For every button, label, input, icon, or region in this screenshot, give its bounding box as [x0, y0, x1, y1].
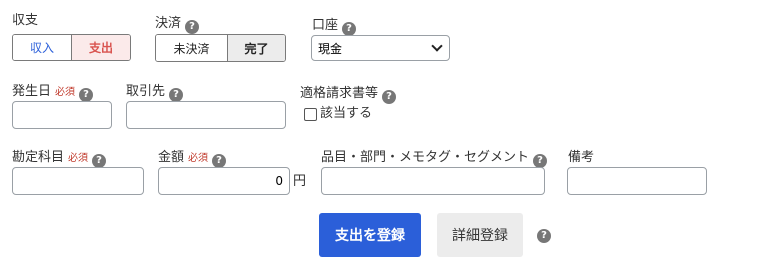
amount-required-badge: 必須: [188, 153, 209, 164]
chevron-down-icon: [431, 40, 443, 52]
register-expense-button[interactable]: 支出を登録: [319, 213, 421, 257]
amount-label: 金額: [158, 150, 185, 165]
account-label-group: 口座?: [312, 18, 357, 36]
item-tags-label-group: 品目・部門・メモタグ・セグメント?: [321, 150, 548, 168]
category-help-icon[interactable]: ?: [92, 154, 107, 168]
account-select[interactable]: 現金: [311, 35, 450, 61]
partner-label-group: 取引先?: [126, 84, 184, 102]
invoice-checkbox-label[interactable]: 該当する: [320, 106, 372, 122]
expense-option-button[interactable]: 支出: [72, 35, 130, 60]
date-label: 発生日: [12, 84, 52, 99]
invoice-checkbox-row[interactable]: 該当する: [304, 106, 372, 122]
invoice-checkbox[interactable]: [304, 107, 317, 121]
detail-register-button[interactable]: 詳細登録: [437, 213, 523, 257]
settlement-label-group: 決済?: [155, 16, 200, 34]
income-option-button[interactable]: 収入: [13, 35, 72, 60]
item-tags-input[interactable]: [321, 167, 545, 195]
date-label-group: 発生日 必須?: [12, 84, 94, 102]
category-required-badge: 必須: [68, 153, 89, 164]
item-tags-help-icon[interactable]: ?: [533, 154, 548, 168]
partner-label: 取引先: [126, 84, 166, 99]
category-input[interactable]: [12, 167, 144, 195]
income-expense-toggle: 収入 支出: [12, 34, 131, 61]
date-input[interactable]: [12, 101, 112, 129]
actions-help-icon[interactable]: ?: [537, 229, 551, 243]
item-tags-label: 品目・部門・メモタグ・セグメント: [321, 150, 530, 165]
unsettled-option-button[interactable]: 未決済: [156, 35, 228, 61]
account-select-value: 現金: [318, 41, 343, 56]
amount-label-group: 金額 必須?: [158, 150, 227, 168]
invoice-label-group: 適格請求書等?: [300, 86, 397, 104]
settlement-help-icon[interactable]: ?: [185, 20, 200, 34]
amount-unit-label: 円: [293, 174, 307, 189]
settlement-label: 決済: [155, 16, 182, 31]
memo-input[interactable]: [567, 167, 707, 195]
completed-option-button[interactable]: 完了: [228, 35, 285, 61]
settlement-toggle: 未決済 完了: [155, 34, 286, 62]
income-expense-label: 収支: [12, 13, 39, 28]
invoice-label: 適格請求書等: [300, 86, 379, 101]
date-required-badge: 必須: [55, 87, 76, 98]
partner-input[interactable]: [126, 101, 286, 129]
amount-help-icon[interactable]: ?: [212, 154, 227, 168]
account-label: 口座: [312, 18, 339, 33]
amount-input[interactable]: [158, 167, 290, 195]
category-label-group: 勘定科目 必須?: [12, 150, 107, 168]
date-help-icon[interactable]: ?: [79, 88, 94, 102]
category-label: 勘定科目: [12, 150, 65, 165]
partner-help-icon[interactable]: ?: [169, 88, 184, 102]
memo-label: 備考: [568, 150, 595, 165]
invoice-help-icon[interactable]: ?: [382, 90, 397, 104]
account-help-icon[interactable]: ?: [342, 22, 357, 36]
